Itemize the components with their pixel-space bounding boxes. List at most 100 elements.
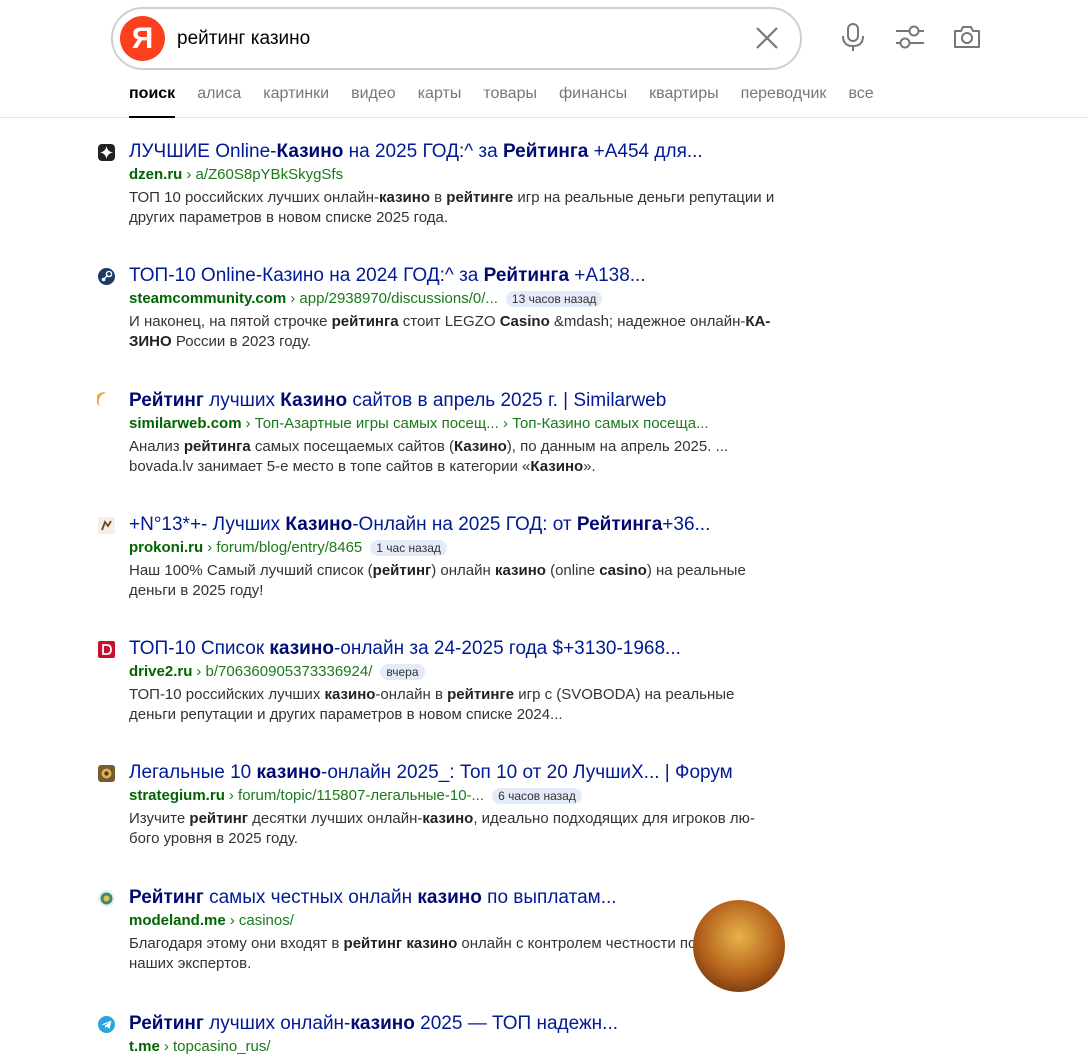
result-title-part: 2025 — ТОП надежн... <box>414 1013 618 1034</box>
result-title-link[interactable]: ТОП-10 Список казино-онлайн за 24-2025 г… <box>129 637 681 661</box>
clear-icon[interactable] <box>754 25 780 51</box>
result-url: strategium.ru › forum/topic/115807-легаль… <box>129 787 582 805</box>
tab-9[interactable]: все <box>848 84 873 118</box>
camera-icon[interactable] <box>951 21 983 53</box>
filters-icon[interactable] <box>894 21 926 53</box>
result-snippet: Анализ рейтинга самых посещаемых сайтов … <box>129 437 784 477</box>
tab-0[interactable]: поиск <box>129 84 176 118</box>
result-title-part: Рейтинг <box>129 887 204 908</box>
yandex-logo-icon[interactable]: Я <box>120 16 165 61</box>
result-path-link[interactable]: › a/Z60S8pYBkSkygSfs <box>186 166 343 184</box>
telegram-icon[interactable] <box>97 1015 116 1034</box>
result-title-link[interactable]: Рейтинг самых честных онлайн казино по в… <box>129 886 617 910</box>
steam-icon[interactable] <box>97 267 116 286</box>
result-snippet-part: &mdash; надежное онлайн- <box>549 313 746 330</box>
result-snippet-part: десятки лучших онлайн- <box>248 810 423 827</box>
result-title-part: на 2025 ГОД:^ за <box>343 141 503 162</box>
result-title-link[interactable]: +N°13*+- Лучших Казино-Онлайн на 2025 ГО… <box>129 513 710 537</box>
result-snippet: Благодаря этому они входят в рейтинг каз… <box>129 934 784 974</box>
result-snippet-part: Наш 100% Самый лучший список ( <box>129 562 373 579</box>
drive2-icon[interactable] <box>97 640 116 659</box>
result-snippet-part: Изучите <box>129 810 190 827</box>
result-snippet-part: рейтинг <box>372 562 432 579</box>
result-domain-link[interactable]: steamcommunity.com <box>129 290 286 308</box>
result-title-part: казино <box>350 1013 415 1034</box>
result-snippet-part: -онлайн в <box>375 686 448 703</box>
result-title-link[interactable]: ТОП-10 Online-Казино на 2024 ГОД:^ за Ре… <box>129 264 646 288</box>
result-domain-link[interactable]: t.me <box>129 1038 160 1056</box>
result-path-link[interactable]: › forum/topic/115807-легальные-10-... <box>229 787 484 805</box>
result-path-link[interactable]: › topcasino_rus/ <box>164 1038 271 1056</box>
result-snippet-part: рейтинге <box>446 189 514 206</box>
search-input[interactable]: рейтинг казино <box>177 9 310 68</box>
result-title-part: Рейтинга <box>502 141 589 162</box>
result-snippet-part: ) онлайн <box>431 562 495 579</box>
result-snippet-part: рейтинге <box>447 686 515 703</box>
result-domain-link[interactable]: strategium.ru <box>129 787 225 805</box>
result-title-part: сайтов в апрель 2025 г. | Similarweb <box>347 390 667 411</box>
result-url: dzen.ru › a/Z60S8pYBkSkygSfs <box>129 166 343 184</box>
result-title-part: +36... <box>662 514 711 535</box>
result-url: steamcommunity.com › app/2938970/discussi… <box>129 290 603 308</box>
time-badge: 13 часов назад <box>505 291 603 307</box>
result-title-part: +A454 для... <box>588 141 703 162</box>
result-snippet-part: Casino <box>499 313 550 330</box>
result-title-part: лучших онлайн- <box>203 1013 351 1034</box>
result-title-link[interactable]: Рейтинг лучших онлайн-казино 2025 — ТОП … <box>129 1012 618 1036</box>
result-title-link[interactable]: ЛУЧШИЕ Online-Казино на 2025 ГОД:^ за Ре… <box>129 140 703 164</box>
tab-6[interactable]: финансы <box>559 84 627 118</box>
tab-5[interactable]: товары <box>483 84 537 118</box>
result-domain-link[interactable]: modeland.me <box>129 912 226 930</box>
result-url: modeland.me › casinos/ <box>129 912 294 930</box>
result-path-link[interactable]: › b/706360905373336924/ <box>196 663 372 681</box>
result-thumbnail[interactable] <box>693 900 785 992</box>
result-url: t.me › topcasino_rus/ <box>129 1038 271 1056</box>
tab-1[interactable]: алиса <box>197 84 241 118</box>
search-header: Я рейтинг казино поиск алиса картинки видео… <box>0 0 1088 118</box>
result-title-part: Казино <box>276 141 344 162</box>
microphone-icon[interactable] <box>837 21 869 53</box>
result-domain-link[interactable]: drive2.ru <box>129 663 192 681</box>
result-snippet: Наш 100% Самый лучший список (рейтинг) о… <box>129 561 784 601</box>
tab-2[interactable]: картинки <box>263 84 329 118</box>
result-domain-link[interactable]: dzen.ru <box>129 166 182 184</box>
result-path-link[interactable]: › forum/blog/entry/8465 <box>207 539 362 557</box>
result-domain-link[interactable]: prokoni.ru <box>129 539 203 557</box>
result-title-link[interactable]: Легальные 10 казино-онлайн 2025_: Топ 10… <box>129 761 733 785</box>
result-domain-link[interactable]: similarweb.com <box>129 415 242 433</box>
strategium-icon[interactable] <box>97 764 116 783</box>
tab-4[interactable]: карты <box>418 84 462 118</box>
result-path-link[interactable]: › casinos/ <box>230 912 294 930</box>
result-title-part: Казино <box>280 390 348 411</box>
result-snippet-part: рейтинга <box>183 438 251 455</box>
result-path-link[interactable]: › app/2938970/discussions/0/... <box>290 290 498 308</box>
similarweb-icon[interactable] <box>97 392 116 411</box>
result-path-link[interactable]: › Топ-Азартные игры самых посещ... › Топ… <box>246 415 709 433</box>
result-snippet: И наконец, на пятой строчке рейтинга сто… <box>129 312 784 352</box>
result-snippet-part: рейтинг казино <box>343 935 458 952</box>
prokoni-icon[interactable] <box>97 516 116 535</box>
modeland-icon[interactable] <box>97 889 116 908</box>
search-box[interactable]: Я рейтинг казино <box>111 7 802 70</box>
result-title-part: -онлайн 2025_: Топ 10 от 20 ЛучшиХ... | … <box>321 762 733 783</box>
result-title-part: Казино <box>285 514 353 535</box>
result-title-link[interactable]: Рейтинг лучших Казино сайтов в апрель 20… <box>129 389 666 413</box>
result-snippet-part: в <box>429 189 447 206</box>
result-snippet-part: самых посещаемых сайтов ( <box>250 438 455 455</box>
tab-3[interactable]: видео <box>351 84 396 118</box>
result-title-part: ТОП-10 Online-Казино на 2024 ГОД:^ за <box>129 265 484 286</box>
result-url: drive2.ru › b/706360905373336924/вчера <box>129 663 425 681</box>
dzen-icon[interactable] <box>97 143 116 162</box>
result-snippet-part: стоит LEGZO <box>398 313 500 330</box>
result-snippet-part: Казино <box>530 458 584 475</box>
result-title-part: -Онлайн на 2025 ГОД: от <box>352 514 577 535</box>
result-snippet-part: casino <box>599 562 647 579</box>
result-snippet-part: рейтинга <box>331 313 399 330</box>
result-snippet-part: Благодаря этому они входят в <box>129 935 344 952</box>
result-title-part: Легальные 10 <box>129 762 257 783</box>
result-title-part: Рейтинга <box>483 265 570 286</box>
result-title-part: по выплатам... <box>481 887 617 908</box>
result-snippet-part: Казино <box>454 438 507 455</box>
tab-7[interactable]: квартиры <box>649 84 718 118</box>
tab-8[interactable]: переводчик <box>741 84 827 118</box>
